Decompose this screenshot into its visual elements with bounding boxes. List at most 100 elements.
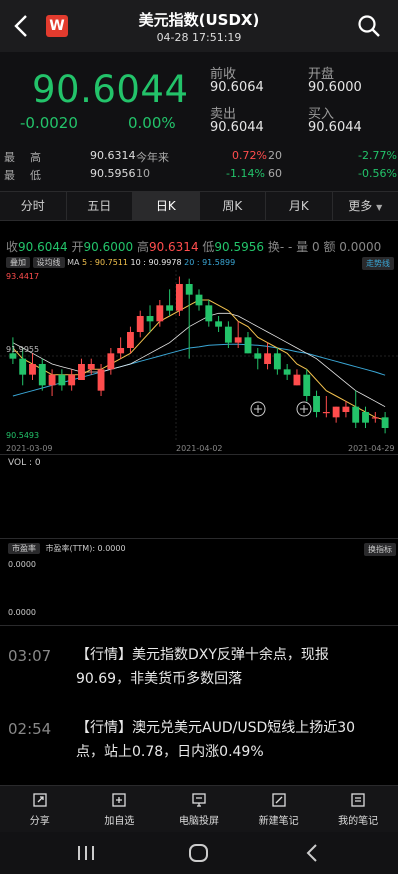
ask-value: 90.6044 [210,120,264,135]
candle-body [264,353,271,364]
trend-line-button[interactable]: 走势线 [362,257,394,270]
my-notes-label: 我的笔记 [338,816,379,827]
ohlc-volume: 量 0 [296,240,320,254]
tab-daily-k[interactable]: 日K [133,192,200,220]
ohlc-high: 90.6314 [148,240,199,254]
y-low-label: 90.5493 [6,431,39,440]
candle-body [234,337,242,343]
candle-body [195,294,203,306]
candle-body [175,284,183,311]
stat-low-l1: 最 [4,169,15,182]
candle-body [273,353,281,370]
stat-10d-value: -1.14% [226,167,265,180]
candle-body [19,358,27,375]
candle-body [313,396,320,412]
new-note-label: 新建笔记 [258,816,299,827]
candle-body [117,348,125,354]
news-time: 03:07 [8,647,52,665]
candlestick-chart[interactable]: 93.4417 91.9955 90.5493 2021-03-09 2021-… [0,270,398,456]
pe-tag: 市盈率 [8,543,40,554]
set-ma-button[interactable]: 设均线 [32,257,65,268]
prev-close-value: 90.6064 [210,80,264,95]
price-change-pct: 0.00% [128,114,176,132]
ohlc-low: 90.5956 [214,240,265,254]
system-nav-bar [0,832,398,874]
candle-body [205,305,213,322]
add-watchlist-button[interactable]: 加自选 [80,786,160,832]
search-icon[interactable] [356,13,382,39]
add-watchlist-label: 加自选 [104,816,135,827]
stat-high-l1: 最 [4,151,15,164]
stat-ytd-label: 今年来 [136,151,169,164]
candle-body [224,326,232,343]
candle-body [78,364,85,380]
share-button[interactable]: 分享 [0,786,80,832]
x-label-start: 2021-03-09 [6,444,53,453]
ohlc-low-label: 低 [202,240,215,254]
add-watchlist-icon [112,793,127,807]
candle-body [332,406,340,418]
my-notes-button[interactable]: 我的笔记 [318,786,398,832]
ma20-value: 20 : 91.5899 [184,258,236,267]
ohlc-close-label: 收 [6,240,19,254]
x-label-end: 2021-04-29 [348,444,395,453]
stat-20d-value: -2.77% [358,149,397,162]
tab-intraday[interactable]: 分时 [0,192,67,220]
candle-body [146,316,154,322]
pe-top-value: 0.0000 [8,560,36,569]
stat-low-l2: 低 [30,169,41,182]
ma-label: MA [67,258,80,267]
volume-label: VOL : 0 [8,458,41,468]
recent-apps-icon[interactable] [76,844,96,862]
divider [0,454,398,455]
ma10-value: 10 : 90.9978 [130,258,182,267]
overlay-button[interactable]: 叠加 [6,257,30,268]
news-item[interactable]: 【行情】澳元兑美元AUD/USD短线上扬近30点，站上0.78，日内涨0.49% [76,716,376,764]
crosshair-add-icon[interactable] [250,401,266,417]
stat-60d-value: -0.56% [358,167,397,180]
tab-more[interactable]: 更多 ▼ [333,192,398,220]
cast-screen-button[interactable]: 电脑投屏 [159,786,239,832]
top-bar: W 美元指数(USDX) 04-28 17:51:19 [0,0,398,52]
candle-body [303,374,311,396]
caret-down-icon: ▼ [376,203,383,212]
news-item[interactable]: 【行情】美元指数DXY反弹十余点，现报90.69，非美货币多数回落 [76,643,376,691]
ohlc-close: 90.6044 [18,240,68,254]
period-tabs: 分时 五日 日K 周K 月K 更多 ▼ [0,191,398,221]
tab-five-day[interactable]: 五日 [67,192,133,220]
candle-body [38,364,46,386]
news-time: 02:54 [8,720,52,738]
ma5-value: 5 : 90.7511 [82,258,128,267]
last-price: 90.6044 [32,68,189,111]
ma20-line [12,343,386,397]
candle-body [352,406,360,423]
candle-body [244,337,252,354]
candle-body [381,417,389,428]
stat-high-l2: 高 [30,151,41,164]
tab-weekly-k[interactable]: 周K [200,192,266,220]
home-icon[interactable] [188,843,210,863]
cast-screen-icon [192,793,206,807]
candle-body [362,412,369,423]
candle-body [136,316,144,332]
tab-more-label: 更多 [348,199,373,213]
crosshair-add-icon-2[interactable] [296,401,312,417]
share-icon [33,793,47,807]
candle-body [156,305,164,322]
x-label-mid: 2021-04-02 [176,444,223,453]
candle-body [371,417,379,419]
open-value: 90.6000 [308,80,362,95]
tab-monthly-k[interactable]: 月K [266,192,333,220]
back-nav-icon[interactable] [304,843,320,863]
pe-ttm: 市盈率(TTM): 0.0000 [45,544,126,553]
ohlc-high-label: 高 [136,240,149,254]
stat-ytd-value: 0.72% [232,149,267,162]
candle-body [293,374,301,386]
bid-value: 90.6044 [308,120,362,135]
price-change: -0.0020 [20,114,78,132]
new-note-button[interactable]: 新建笔记 [239,786,319,832]
candle-body [342,406,350,412]
switch-indicator-button[interactable]: 换指标 [364,543,396,556]
pe-bottom-value: 0.0000 [8,608,36,617]
stat-high-value: 90.6314 [90,149,136,162]
